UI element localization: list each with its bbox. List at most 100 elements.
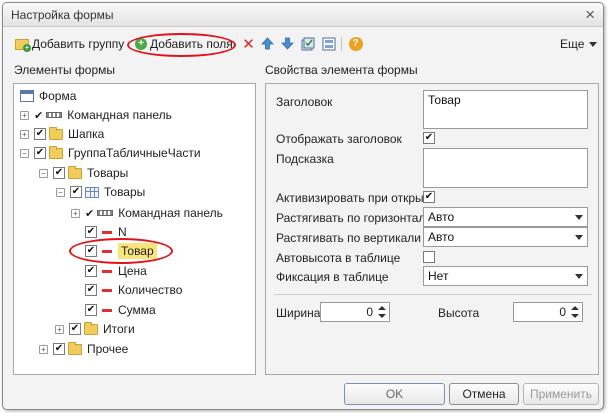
visibility-checkbox[interactable]: ✔ — [85, 284, 97, 296]
collapse-icon[interactable]: − — [39, 168, 48, 178]
chevron-down-icon — [589, 41, 598, 47]
tree-item-label: Товары — [87, 166, 129, 180]
hint-label: Подсказка — [276, 152, 334, 166]
tree-item-goods-page[interactable]: − ✔ Товары — [39, 164, 128, 182]
stretch-vertical-select[interactable]: Авто — [423, 227, 588, 247]
add-group-label: Добавить группу — [32, 37, 125, 51]
apply-button[interactable]: Применить — [523, 383, 599, 405]
spinner-arrows-icon[interactable] — [376, 304, 388, 320]
tree-item-header[interactable]: + ✔ Шапка — [20, 125, 104, 143]
visibility-checkbox[interactable]: ✔ — [85, 226, 97, 238]
properties-icon[interactable] — [300, 36, 315, 51]
more-menu-button[interactable]: Еще — [560, 34, 598, 54]
title-label: Заголовок — [276, 95, 333, 109]
cancel-button[interactable]: Отмена — [449, 383, 519, 405]
show-title-checkbox[interactable]: ✔ — [423, 132, 435, 144]
visibility-checkbox[interactable]: ✔ — [85, 265, 97, 277]
width-spinner[interactable]: 0 — [320, 302, 390, 322]
help-icon[interactable]: ? — [348, 36, 363, 51]
expand-icon[interactable]: + — [55, 324, 64, 334]
tree-item-field-quantity[interactable]: ✔ Количество — [85, 281, 182, 299]
autoheight-label: Автовысота в таблице — [276, 251, 401, 265]
tree-item-command-bar[interactable]: + ✔ Командная панель — [20, 106, 172, 124]
field-icon — [102, 249, 112, 253]
tree-item-label: ГруппаТабличныеЧасти — [68, 146, 201, 160]
autoheight-checkbox[interactable] — [423, 251, 435, 263]
ok-button[interactable]: OK — [344, 383, 445, 405]
folder-icon — [49, 145, 63, 159]
tree-item-table-command-bar[interactable]: + ✔ Командная панель — [71, 204, 223, 222]
folder-icon — [49, 126, 63, 140]
folder-icon — [84, 321, 98, 335]
help-glyph: ? — [348, 36, 363, 51]
element-properties-heading: Свойства элемента формы — [265, 63, 418, 77]
height-spinner[interactable]: 0 — [513, 302, 583, 322]
stretch-vertical-label: Растягивать по вертикали — [276, 231, 422, 245]
properties-divider — [274, 294, 592, 295]
visibility-checkbox[interactable]: ✔ — [34, 128, 46, 140]
spinner-arrows-icon[interactable] — [569, 304, 581, 320]
folder-icon — [68, 165, 82, 179]
move-up-icon[interactable] — [260, 36, 275, 51]
tree-item-label: Сумма — [118, 303, 156, 317]
tree-item-label: Командная панель — [67, 108, 172, 122]
window-title: Настройка формы — [11, 8, 114, 22]
move-down-icon[interactable] — [280, 36, 295, 51]
check-icon: ✔ — [85, 207, 95, 220]
visibility-checkbox[interactable]: ✔ — [85, 245, 97, 257]
close-icon[interactable]: × — [585, 5, 595, 25]
visibility-checkbox[interactable]: ✔ — [53, 343, 65, 355]
collapse-icon[interactable]: − — [56, 187, 65, 197]
tree-item-table-group[interactable]: − ✔ ГруппаТабличныеЧасти — [20, 144, 201, 162]
fix-in-table-select[interactable]: Нет — [423, 266, 588, 286]
tree-item-label: Итоги — [103, 322, 135, 336]
height-value: 0 — [559, 305, 566, 319]
tree-item-field-sum[interactable]: ✔ Сумма — [85, 301, 156, 319]
tree-item-totals[interactable]: + ✔ Итоги — [55, 320, 135, 338]
visibility-checkbox[interactable]: ✔ — [85, 304, 97, 316]
expand-icon[interactable]: + — [39, 344, 48, 354]
add-group-button[interactable]: + Добавить группу — [15, 34, 124, 54]
tree-item-other[interactable]: + ✔ Прочее — [39, 340, 128, 358]
field-icon — [102, 269, 112, 273]
form-elements-heading: Элементы формы — [14, 63, 116, 77]
collapse-icon[interactable]: − — [20, 148, 29, 158]
visibility-checkbox[interactable]: ✔ — [34, 147, 46, 159]
delete-icon[interactable]: ✕ — [241, 36, 256, 53]
fix-in-table-label: Фиксация в таблице — [276, 270, 389, 284]
tree-item-label: Командная панель — [118, 206, 223, 220]
add-group-icon: + — [15, 38, 31, 52]
tree-item-goods-table[interactable]: − ✔ Товары — [56, 183, 145, 201]
stretch-vertical-value: Авто — [428, 230, 455, 244]
tree-item-field-price[interactable]: ✔ Цена — [85, 262, 147, 280]
more-label: Еще — [560, 37, 585, 51]
tree-item-form[interactable]: Форма — [20, 87, 76, 105]
field-icon — [102, 230, 112, 234]
activate-on-open-label: Активизировать при открыт — [276, 191, 430, 205]
tree-item-field-product[interactable]: ✔ Товар — [85, 242, 157, 260]
expand-icon[interactable]: + — [71, 208, 80, 218]
stretch-horizontal-value: Авто — [428, 210, 455, 224]
title-input[interactable]: Товар — [423, 90, 588, 129]
expand-icon[interactable]: + — [20, 110, 29, 120]
visibility-checkbox[interactable]: ✔ — [70, 186, 82, 198]
visibility-checkbox[interactable]: ✔ — [53, 167, 65, 179]
field-icon — [102, 308, 112, 312]
chevron-down-icon — [575, 215, 583, 220]
tree-item-label: Форма — [39, 89, 77, 103]
activate-on-open-checkbox[interactable]: ✔ — [423, 191, 435, 203]
folder-icon — [68, 341, 82, 355]
expand-icon[interactable]: + — [20, 129, 29, 139]
add-fields-button[interactable]: + Добавить поля — [135, 34, 233, 54]
tree-item-label: Количество — [118, 283, 183, 297]
hint-input[interactable] — [423, 148, 588, 188]
visibility-checkbox[interactable]: ✔ — [69, 323, 81, 335]
show-title-label: Отображать заголовок — [276, 132, 402, 146]
form-elements-tree[interactable]: Форма + ✔ Командная панель + ✔ Шапка − ✔… — [13, 83, 256, 375]
chevron-down-icon — [575, 274, 583, 279]
title-bar: Настройка формы × — [3, 3, 603, 27]
stretch-horizontal-select[interactable]: Авто — [423, 207, 588, 227]
field-icon — [102, 288, 112, 292]
layout-icon[interactable] — [321, 36, 336, 51]
tree-item-field-n[interactable]: ✔ N — [85, 223, 127, 241]
